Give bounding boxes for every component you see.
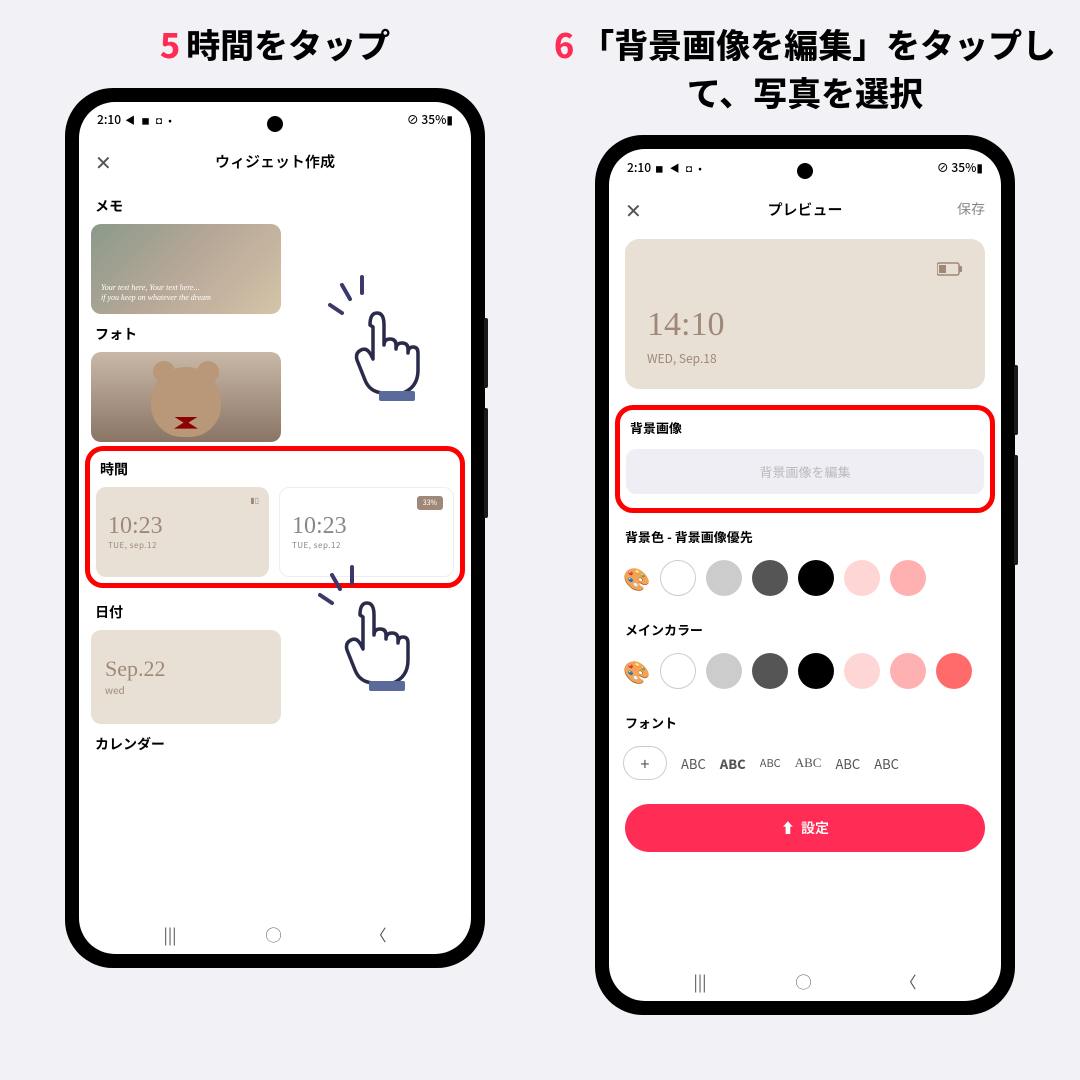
nav-bar: ||| ◯ 〈 bbox=[609, 961, 1001, 1001]
phone-right: 2:10 ◼ ◀ ◘ • ⊘ 35%▮ ✕ プレビュー 保存 bbox=[595, 135, 1015, 1015]
battery-icon bbox=[937, 257, 963, 281]
font-add-button[interactable]: + bbox=[623, 746, 667, 780]
color-black[interactable] bbox=[798, 653, 834, 689]
nav-home-icon[interactable]: ◯ bbox=[265, 922, 281, 946]
status-right: ⊘ 35%▮ bbox=[937, 159, 983, 176]
color-pink1[interactable] bbox=[844, 653, 880, 689]
memo-thumbnail[interactable]: Your text here, Your text here... if you… bbox=[91, 224, 281, 314]
section-calendar-label: カレンダー bbox=[91, 724, 459, 762]
step-5: 5時間をタップ 2:10 ◀ ◼ ◘ • ⊘ 35%▮ ✕ ウィジェット作成 bbox=[20, 20, 530, 1060]
camera-hole bbox=[267, 116, 283, 132]
battery-icon: ▮▯ bbox=[250, 495, 259, 506]
step6-caption: 6「背景画像を編集」をタップして、写真を選択 bbox=[550, 20, 1060, 115]
font-option[interactable]: ABC bbox=[720, 754, 746, 773]
time-section-highlight: 時間 ▮▯ 10:23 TUE, sep.12 33% 10:23 TUE, s… bbox=[85, 446, 465, 588]
nav-recents-icon[interactable]: ||| bbox=[164, 922, 177, 946]
camera-hole bbox=[797, 163, 813, 179]
phone-left: 2:10 ◀ ◼ ◘ • ⊘ 35%▮ ✕ ウィジェット作成 メモ Your t… bbox=[65, 88, 485, 968]
bg-image-highlight: 背景画像 背景画像を編集 bbox=[615, 405, 995, 513]
font-label: フォント bbox=[621, 703, 989, 740]
battery-badge: 33% bbox=[417, 496, 443, 510]
photo-thumbnail[interactable] bbox=[91, 352, 281, 442]
save-button[interactable]: 保存 bbox=[957, 199, 985, 219]
settings-button[interactable]: ⬆ 設定 bbox=[625, 804, 985, 852]
upload-icon: ⬆ bbox=[781, 818, 795, 838]
header-title: プレビュー bbox=[767, 199, 842, 220]
date-thumbnail[interactable]: Sep.22 wed bbox=[91, 630, 281, 724]
close-icon[interactable]: ✕ bbox=[95, 147, 112, 176]
preview-date: WED, Sep.18 bbox=[647, 350, 963, 367]
main-color-label: メインカラー bbox=[621, 610, 989, 647]
close-icon[interactable]: ✕ bbox=[625, 195, 642, 224]
font-option[interactable]: ABC bbox=[835, 754, 860, 773]
nav-recents-icon[interactable]: ||| bbox=[694, 969, 707, 993]
palette-icon[interactable]: 🎨 bbox=[623, 562, 650, 594]
color-white[interactable] bbox=[660, 653, 696, 689]
status-icons-left: ◀ ◼ ◘ • bbox=[125, 112, 174, 127]
color-pink1[interactable] bbox=[844, 560, 880, 596]
bg-image-label: 背景画像 bbox=[626, 416, 984, 445]
color-lgray[interactable] bbox=[706, 653, 742, 689]
header-title: ウィジェット作成 bbox=[215, 151, 335, 172]
tap-hand-icon bbox=[325, 585, 425, 695]
bg-color-row: 🎨 bbox=[621, 554, 989, 610]
step-6: 6「背景画像を編集」をタップして、写真を選択 2:10 ◼ ◀ ◘ • ⊘ 35… bbox=[550, 20, 1060, 1060]
status-right: ⊘ 35%▮ bbox=[407, 111, 453, 128]
color-dgray[interactable] bbox=[752, 560, 788, 596]
font-option[interactable]: ABC bbox=[795, 755, 822, 771]
color-dgray[interactable] bbox=[752, 653, 788, 689]
palette-icon[interactable]: 🎨 bbox=[623, 655, 650, 687]
step5-caption: 5時間をタップ bbox=[160, 20, 390, 68]
color-pink2[interactable] bbox=[890, 560, 926, 596]
app-header: ✕ ウィジェット作成 bbox=[79, 138, 471, 186]
font-option[interactable]: ABC bbox=[681, 754, 706, 773]
bg-color-label: 背景色 - 背景画像優先 bbox=[621, 517, 989, 554]
nav-home-icon[interactable]: ◯ bbox=[795, 969, 811, 993]
nav-bar: ||| ◯ 〈 bbox=[79, 914, 471, 954]
edit-bg-button[interactable]: 背景画像を編集 bbox=[626, 449, 984, 494]
widget-preview: 14:10 WED, Sep.18 bbox=[625, 239, 985, 389]
app-header: ✕ プレビュー 保存 bbox=[609, 185, 1001, 233]
color-pink3[interactable] bbox=[936, 653, 972, 689]
preview-time: 14:10 bbox=[647, 306, 963, 344]
font-option[interactable]: ABC bbox=[760, 755, 781, 771]
color-lgray[interactable] bbox=[706, 560, 742, 596]
section-memo-label: メモ bbox=[91, 186, 459, 224]
font-option[interactable]: ABC bbox=[874, 754, 899, 773]
nav-back-icon[interactable]: 〈 bbox=[370, 922, 386, 946]
section-time-label: 時間 bbox=[96, 457, 454, 487]
status-time: 2:10 bbox=[97, 111, 121, 128]
tap-hand-icon bbox=[335, 295, 435, 405]
status-icons-left: ◼ ◀ ◘ • bbox=[655, 160, 704, 175]
color-white[interactable] bbox=[660, 560, 696, 596]
status-time: 2:10 bbox=[627, 159, 651, 176]
font-row: + ABC ABC ABC ABC ABC ABC bbox=[621, 740, 989, 786]
color-black[interactable] bbox=[798, 560, 834, 596]
main-color-row: 🎨 bbox=[621, 647, 989, 703]
nav-back-icon[interactable]: 〈 bbox=[900, 969, 916, 993]
time-widget-beige[interactable]: ▮▯ 10:23 TUE, sep.12 bbox=[96, 487, 269, 577]
color-pink2[interactable] bbox=[890, 653, 926, 689]
